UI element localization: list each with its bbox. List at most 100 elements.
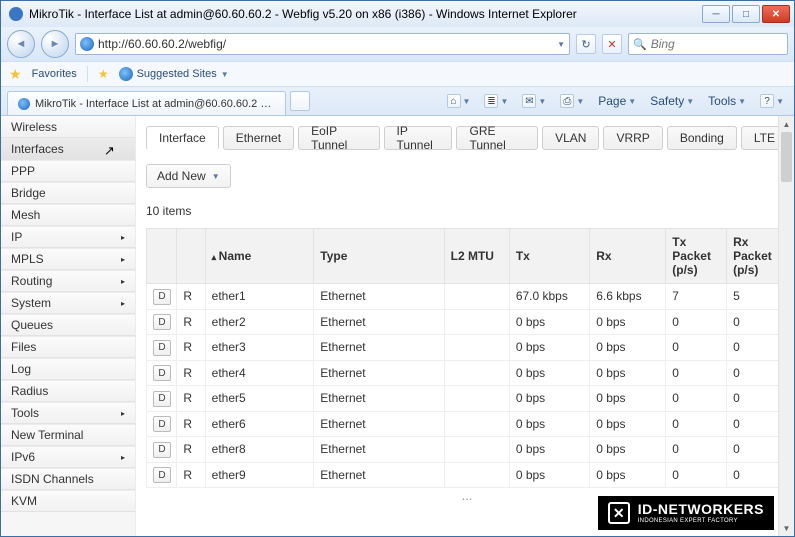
nav-bar: ◄ ► ▼ ↻ ✕ 🔍: [1, 27, 794, 61]
browser-tab[interactable]: MikroTik - Interface List at admin@60.60…: [7, 91, 286, 115]
tab-vrrp[interactable]: VRRP: [603, 126, 662, 150]
refresh-button[interactable]: ↻: [576, 34, 596, 54]
tx-cell: 0 bps: [509, 437, 589, 463]
sidebar-item-kvm[interactable]: KVM: [1, 490, 135, 512]
sidebar-item-routing[interactable]: Routing▸: [1, 270, 135, 292]
table-row[interactable]: DRether5Ethernet0 bps0 bps00: [147, 386, 788, 412]
sidebar-item-ipv6[interactable]: IPv6▸: [1, 446, 135, 468]
name-cell: ether4: [205, 360, 314, 386]
home-button[interactable]: ⌂▼: [443, 92, 475, 110]
disable-button[interactable]: D: [153, 467, 171, 483]
stop-button[interactable]: ✕: [602, 34, 622, 54]
sidebar-item-label: PPP: [11, 164, 35, 178]
sidebar-item-mesh[interactable]: Mesh: [1, 204, 135, 226]
txp-cell: 0: [666, 462, 727, 488]
forward-button[interactable]: ►: [41, 30, 69, 58]
address-input[interactable]: [98, 37, 553, 51]
sidebar-item-label: System: [11, 296, 51, 310]
col-flag[interactable]: [177, 229, 205, 284]
col-d[interactable]: [147, 229, 177, 284]
table-row[interactable]: DRether6Ethernet0 bps0 bps00: [147, 411, 788, 437]
safety-menu[interactable]: Safety ▼: [646, 92, 698, 110]
sidebar-item-wireless[interactable]: Wireless: [1, 116, 135, 138]
sidebar-item-ppp[interactable]: PPP: [1, 160, 135, 182]
col-name[interactable]: Name: [205, 229, 314, 284]
tab-interface[interactable]: Interface: [146, 126, 219, 150]
sidebar-item-isdn-channels[interactable]: ISDN Channels: [1, 468, 135, 490]
disable-button[interactable]: D: [153, 391, 171, 407]
name-cell: ether9: [205, 462, 314, 488]
l2mtu-cell: [444, 411, 509, 437]
tx-cell: 0 bps: [509, 462, 589, 488]
tab-ethernet[interactable]: Ethernet: [223, 126, 294, 150]
favorites-star-icon[interactable]: ★: [9, 66, 22, 83]
table-row[interactable]: DRether9Ethernet0 bps0 bps00: [147, 462, 788, 488]
sidebar-item-queues[interactable]: Queues: [1, 314, 135, 336]
tab-ip-tunnel[interactable]: IP Tunnel: [384, 126, 453, 150]
sidebar-item-tools[interactable]: Tools▸: [1, 402, 135, 424]
print-button[interactable]: ⎙▼: [556, 92, 588, 110]
table-row[interactable]: DRether3Ethernet0 bps0 bps00: [147, 335, 788, 361]
submenu-icon: ▸: [121, 255, 125, 264]
favorites-link[interactable]: Favorites: [32, 68, 77, 80]
address-box[interactable]: ▼: [75, 33, 570, 55]
type-cell: Ethernet: [314, 360, 444, 386]
help-button[interactable]: ?▼: [756, 92, 788, 110]
mail-button[interactable]: ✉▼: [518, 92, 550, 110]
feeds-button[interactable]: ≣▼: [480, 92, 512, 110]
sidebar-item-interfaces[interactable]: Interfaces↖: [1, 138, 135, 160]
sidebar-item-radius[interactable]: Radius: [1, 380, 135, 402]
tools-menu[interactable]: Tools ▼: [704, 92, 750, 110]
tab-vlan[interactable]: VLAN: [542, 126, 599, 150]
table-row[interactable]: DRether2Ethernet0 bps0 bps00: [147, 309, 788, 335]
table-row[interactable]: DRether1Ethernet67.0 kbps6.6 kbps75: [147, 284, 788, 310]
txp-cell: 0: [666, 309, 727, 335]
tab-gre-tunnel[interactable]: GRE Tunnel: [456, 126, 538, 150]
tab-bonding[interactable]: Bonding: [667, 126, 737, 150]
back-button[interactable]: ◄: [7, 30, 35, 58]
tab-eoip-tunnel[interactable]: EoIP Tunnel: [298, 126, 379, 150]
sidebar-item-system[interactable]: System▸: [1, 292, 135, 314]
address-dropdown-icon[interactable]: ▼: [557, 40, 565, 49]
disable-button[interactable]: D: [153, 340, 171, 356]
col-type[interactable]: Type: [314, 229, 444, 284]
add-favorite-icon[interactable]: ★: [98, 67, 109, 81]
disable-button[interactable]: D: [153, 314, 171, 330]
new-tab-button[interactable]: [290, 91, 310, 111]
disable-button[interactable]: D: [153, 442, 171, 458]
suggested-sites-link[interactable]: Suggested Sites ▼: [119, 67, 229, 81]
sidebar-item-label: Queues: [11, 318, 53, 332]
watermark-tag: INDONESIAN EXPERT FACTORY: [638, 518, 764, 524]
sidebar-item-label: MPLS: [11, 252, 44, 266]
watermark-brand: ID-NETWORKERS: [638, 502, 764, 516]
sidebar-item-files[interactable]: Files: [1, 336, 135, 358]
minimize-button[interactable]: ─: [702, 5, 730, 23]
search-input[interactable]: [651, 37, 795, 51]
sidebar-item-mpls[interactable]: MPLS ▸: [1, 248, 135, 270]
page-menu[interactable]: Page ▼: [594, 92, 640, 110]
col-txp[interactable]: Tx Packet (p/s): [666, 229, 727, 284]
table-row[interactable]: DRether4Ethernet0 bps0 bps00: [147, 360, 788, 386]
sidebar-item-new-terminal[interactable]: New Terminal: [1, 424, 135, 446]
col-tx[interactable]: Tx: [509, 229, 589, 284]
disable-button[interactable]: D: [153, 289, 171, 305]
close-button[interactable]: ✕: [762, 5, 790, 23]
table-row[interactable]: DRether8Ethernet0 bps0 bps00: [147, 437, 788, 463]
sidebar-item-ip[interactable]: IP▸: [1, 226, 135, 248]
scroll-up-icon[interactable]: ▲: [779, 116, 794, 132]
scroll-thumb[interactable]: [781, 132, 792, 182]
name-cell: ether5: [205, 386, 314, 412]
col-rx[interactable]: Rx: [590, 229, 666, 284]
scroll-down-icon[interactable]: ▼: [779, 520, 794, 536]
submenu-icon: ▸: [121, 277, 125, 286]
help-icon: ?: [760, 94, 774, 108]
disable-button[interactable]: D: [153, 365, 171, 381]
sidebar-item-bridge[interactable]: Bridge: [1, 182, 135, 204]
col-l2mtu[interactable]: L2 MTU: [444, 229, 509, 284]
disable-button[interactable]: D: [153, 416, 171, 432]
add-new-button[interactable]: Add New ▼: [146, 164, 231, 188]
vertical-scrollbar[interactable]: ▲ ▼: [778, 116, 794, 536]
search-box[interactable]: 🔍: [628, 33, 788, 55]
maximize-button[interactable]: □: [732, 5, 760, 23]
sidebar-item-log[interactable]: Log: [1, 358, 135, 380]
